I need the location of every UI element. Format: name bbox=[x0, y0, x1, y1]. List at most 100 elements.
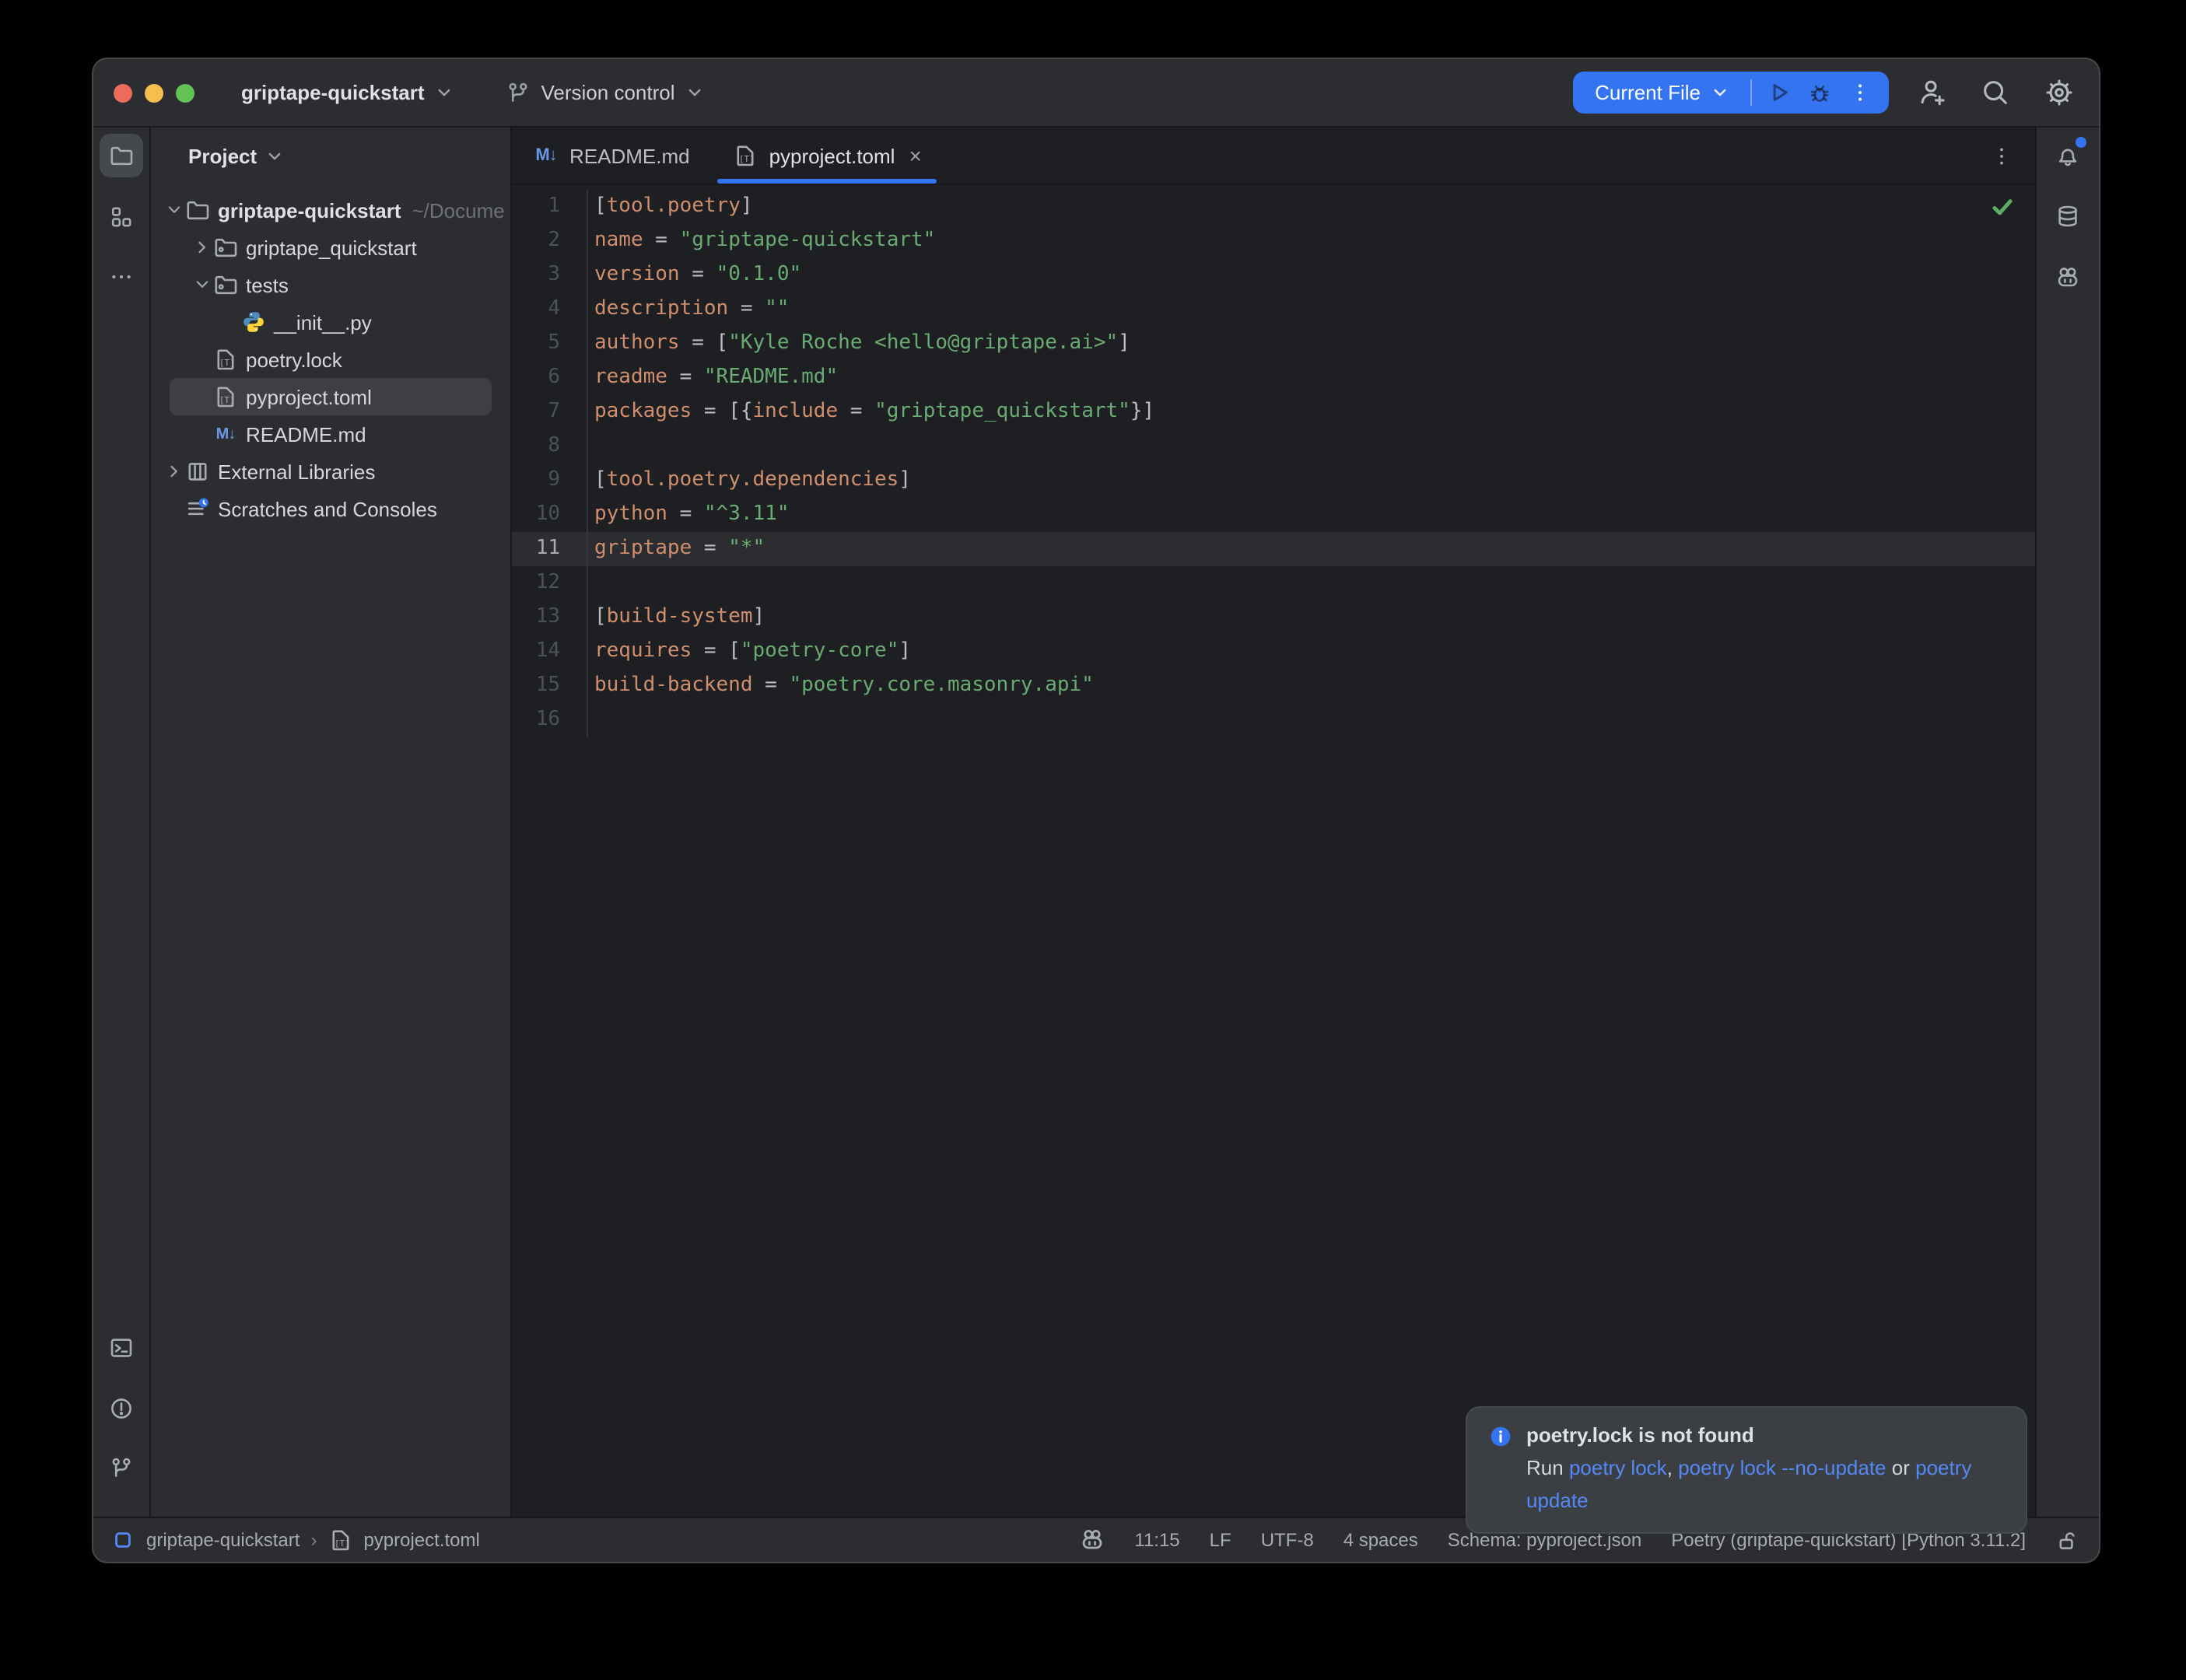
code-editor[interactable]: 1[tool.poetry]2name = "griptape-quicksta… bbox=[512, 185, 2035, 1517]
code-text: requires = ["poetry-core"] bbox=[588, 635, 911, 669]
notification-text: , bbox=[1667, 1456, 1678, 1479]
status-item-3[interactable]: 4 spaces bbox=[1343, 1529, 1418, 1551]
code-line-7[interactable]: 7packages = [{include = "griptape_quicks… bbox=[512, 395, 2035, 429]
code-text: authors = ["Kyle Roche <hello@griptape.a… bbox=[588, 327, 1130, 361]
code-line-1[interactable]: 1[tool.poetry] bbox=[512, 190, 2035, 224]
line-number: 7 bbox=[512, 395, 588, 429]
toml-file-icon: [T] bbox=[328, 1528, 352, 1552]
toml-icon: [T] bbox=[734, 143, 758, 168]
desktop: griptape-quickstart Version control Curr… bbox=[0, 0, 2186, 1680]
code-line-5[interactable]: 5authors = ["Kyle Roche <hello@griptape.… bbox=[512, 327, 2035, 361]
tab-pyproject-toml[interactable]: [T]pyproject.toml× bbox=[712, 128, 944, 184]
notification-link[interactable]: poetry lock bbox=[1569, 1456, 1667, 1479]
run-button[interactable] bbox=[1758, 72, 1799, 113]
tree-item-label: tests bbox=[246, 273, 289, 296]
tree-item-griptape-quickstart[interactable]: griptape-quickstart~/Docume bbox=[151, 191, 510, 229]
database-toolwindow-button[interactable] bbox=[2046, 194, 2090, 238]
code-line-13[interactable]: 13[build-system] bbox=[512, 600, 2035, 635]
status-item-1[interactable]: LF bbox=[1210, 1529, 1231, 1551]
notifications-button[interactable] bbox=[2046, 134, 2090, 177]
code-line-15[interactable]: 15build-backend = "poetry.core.masonry.a… bbox=[512, 669, 2035, 703]
breadcrumb-project[interactable]: griptape-quickstart bbox=[146, 1529, 300, 1551]
line-number: 6 bbox=[512, 361, 588, 395]
code-line-11[interactable]: 11griptape = "*" bbox=[512, 532, 2035, 566]
status-item-0[interactable]: 11:15 bbox=[1134, 1529, 1179, 1551]
more-run-options-button[interactable] bbox=[1839, 72, 1879, 113]
tree-item-poetry-lock[interactable]: [T]poetry.lock bbox=[151, 341, 510, 378]
project-switcher[interactable]: griptape-quickstart bbox=[229, 75, 465, 110]
status-item-2[interactable]: UTF-8 bbox=[1261, 1529, 1314, 1551]
breadcrumb-file[interactable]: pyproject.toml bbox=[363, 1529, 479, 1551]
notification-text: Run bbox=[1526, 1456, 1569, 1479]
svg-text:[T]: [T] bbox=[334, 1538, 349, 1549]
chevron-down-icon bbox=[436, 84, 453, 101]
code-text: [tool.poetry] bbox=[588, 190, 753, 224]
code-line-16[interactable]: 16 bbox=[512, 703, 2035, 737]
project-panel-header[interactable]: Project bbox=[151, 128, 510, 184]
close-tab-icon[interactable]: × bbox=[909, 143, 921, 168]
svg-text:[T]: [T] bbox=[219, 395, 235, 405]
chevron-down-icon bbox=[686, 84, 703, 101]
code-line-6[interactable]: 6readme = "README.md" bbox=[512, 361, 2035, 395]
code-line-4[interactable]: 4description = "" bbox=[512, 292, 2035, 327]
traffic-lights bbox=[93, 83, 194, 102]
branch-icon bbox=[109, 1456, 134, 1481]
tree-item-__init__-py[interactable]: __init__.py bbox=[151, 303, 510, 341]
vcs-toolwindow-button[interactable] bbox=[100, 1447, 143, 1490]
inspections-ok-icon[interactable] bbox=[1990, 194, 2015, 219]
tree-item-scratches-and-consoles[interactable]: Scratches and Consoles bbox=[151, 490, 510, 527]
code-line-9[interactable]: 9[tool.poetry.dependencies] bbox=[512, 464, 2035, 498]
debug-button[interactable] bbox=[1799, 72, 1839, 113]
notification-link[interactable]: poetry lock --no-update bbox=[1678, 1456, 1886, 1479]
code-text: build-backend = "poetry.core.masonry.api… bbox=[588, 669, 1094, 703]
tree-item-label: __init__.py bbox=[274, 310, 372, 334]
close-window-button[interactable] bbox=[114, 83, 132, 102]
code-line-2[interactable]: 2name = "griptape-quickstart" bbox=[512, 224, 2035, 258]
tree-item-readme-md[interactable]: M↓README.md bbox=[151, 415, 510, 453]
project-toolwindow-button[interactable] bbox=[100, 134, 143, 177]
project-tree: griptape-quickstart~/Documegriptape_quic… bbox=[151, 191, 510, 527]
tree-item-pyproject-toml[interactable]: [T]pyproject.toml bbox=[151, 378, 510, 415]
code-line-14[interactable]: 14requires = ["poetry-core"] bbox=[512, 635, 2035, 669]
search-everywhere-button[interactable] bbox=[1973, 71, 2016, 114]
code-text: description = "" bbox=[588, 292, 789, 327]
ai-assistant-status-icon[interactable] bbox=[1080, 1528, 1105, 1552]
structure-toolwindow-button[interactable] bbox=[100, 194, 143, 238]
writable-lock-icon[interactable] bbox=[2055, 1528, 2080, 1552]
ai-assistant-button[interactable] bbox=[2046, 255, 2090, 299]
tree-item-external-libraries[interactable]: External Libraries bbox=[151, 453, 510, 490]
code-text: name = "griptape-quickstart" bbox=[588, 224, 935, 258]
editor-tabbar: M↓README.md[T]pyproject.toml× bbox=[512, 128, 2035, 185]
problems-toolwindow-button[interactable] bbox=[100, 1386, 143, 1430]
settings-button[interactable] bbox=[2037, 71, 2080, 114]
line-number: 16 bbox=[512, 703, 588, 737]
bell-icon bbox=[2055, 143, 2080, 168]
run-config-selector[interactable]: Current File bbox=[1595, 81, 1744, 104]
minimize-window-button[interactable] bbox=[145, 83, 163, 102]
code-text: version = "0.1.0" bbox=[588, 258, 801, 292]
code-text bbox=[588, 429, 594, 464]
run-config-label: Current File bbox=[1595, 81, 1701, 104]
tree-item-tests[interactable]: tests bbox=[151, 266, 510, 303]
code-line-12[interactable]: 12 bbox=[512, 566, 2035, 600]
tab-label: README.md bbox=[569, 144, 690, 167]
tree-item-griptape_quickstart[interactable]: griptape_quickstart bbox=[151, 229, 510, 266]
terminal-toolwindow-button[interactable] bbox=[100, 1325, 143, 1369]
editor-column: M↓README.md[T]pyproject.toml× 1[tool.poe… bbox=[512, 128, 2035, 1517]
project-switcher-label: griptape-quickstart bbox=[241, 81, 425, 104]
code-line-10[interactable]: 10python = "^3.11" bbox=[512, 498, 2035, 532]
more-toolwindows-button[interactable] bbox=[100, 255, 143, 299]
info-icon bbox=[1487, 1423, 1512, 1448]
toml-icon: [T] bbox=[213, 384, 238, 409]
project-panel: Project griptape-quickstart~/Documegript… bbox=[151, 128, 512, 1517]
vcs-widget[interactable]: Version control bbox=[493, 74, 716, 111]
scratches-icon bbox=[185, 496, 210, 521]
code-line-3[interactable]: 3version = "0.1.0" bbox=[512, 258, 2035, 292]
zoom-window-button[interactable] bbox=[176, 83, 194, 102]
chevron-down-icon bbox=[266, 147, 283, 164]
editor-options-button[interactable] bbox=[1988, 143, 2013, 168]
code-line-8[interactable]: 8 bbox=[512, 429, 2035, 464]
tab-readme-md[interactable]: M↓README.md bbox=[512, 128, 712, 184]
add-user-button[interactable] bbox=[1909, 71, 1953, 114]
svg-text:[T]: [T] bbox=[740, 154, 755, 164]
